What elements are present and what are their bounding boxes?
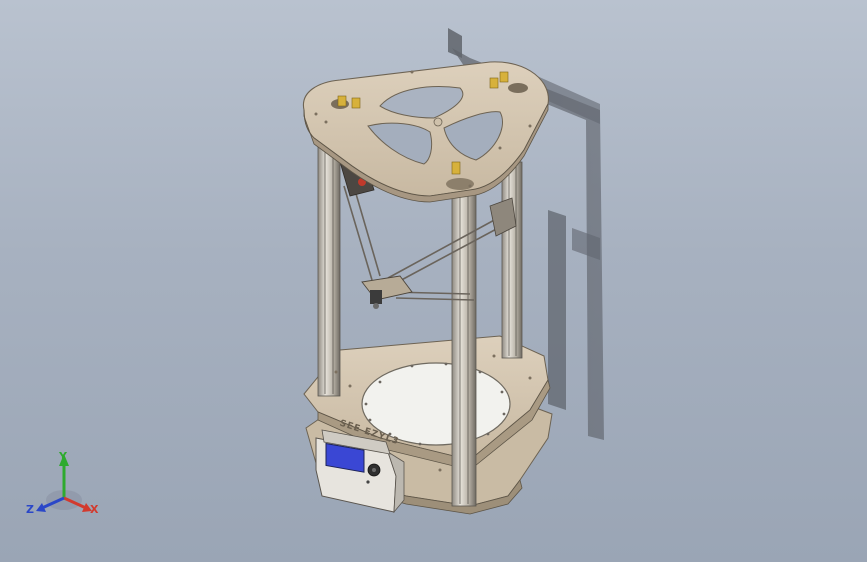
effector-hotend[interactable] — [361, 275, 413, 309]
triad-y-label: Y — [59, 450, 67, 463]
tower-rear-right[interactable] — [501, 161, 523, 359]
orientation-triad[interactable]: Y X Z — [18, 440, 118, 530]
cad-viewport[interactable]: SEE EZYL3 Y X Z — [0, 0, 867, 562]
triad-graphic — [36, 454, 92, 512]
triad-x-label: X — [90, 503, 99, 516]
triad-z-label: Z — [26, 503, 34, 516]
tower-rear-left[interactable] — [317, 139, 341, 397]
delta-printer-model[interactable]: SEE EZYL3 — [0, 0, 867, 562]
tower-front[interactable] — [451, 191, 477, 507]
